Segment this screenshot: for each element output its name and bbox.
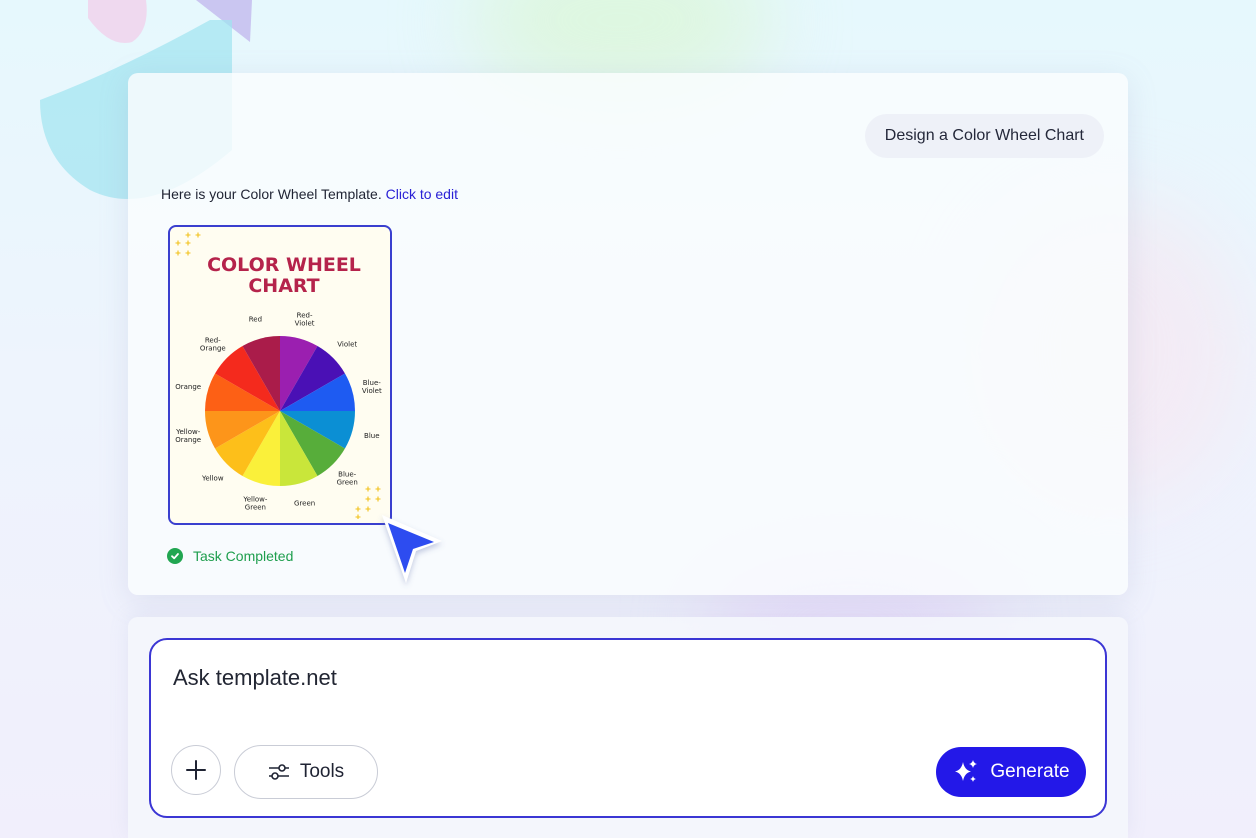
wheel-label: Yellow-Orange <box>175 428 201 444</box>
wheel-label: Green <box>294 499 315 507</box>
color-wheel-template-preview[interactable]: COLOR WHEEL CHART Red-Violet Violet Blue-V… <box>168 225 392 525</box>
assistant-reply: Here is your Color Wheel Template. Click… <box>161 186 458 202</box>
prompt-composer: Tools Generate <box>149 638 1107 818</box>
generate-label: Generate <box>990 761 1070 782</box>
wheel-label: Blue-Green <box>337 471 358 487</box>
wheel-label: Red-Violet <box>295 312 315 328</box>
chart-title-line2: CHART <box>248 275 319 297</box>
wheel-label: Yellow <box>201 475 224 483</box>
prompt-input[interactable] <box>171 664 1075 692</box>
cursor-arrow-icon <box>382 515 442 583</box>
wheel-label: Orange <box>175 383 201 391</box>
reply-text: Here is your Color Wheel Template. <box>161 186 382 202</box>
wheel-label: Red-Orange <box>200 336 226 352</box>
user-message-bubble: Design a Color Wheel Chart <box>864 114 1104 158</box>
wheel-label: Blue-Violet <box>362 379 382 395</box>
plus-icon <box>186 760 206 780</box>
add-button[interactable] <box>171 745 221 795</box>
composer-panel: Tools Generate <box>128 617 1128 838</box>
sparkles-icon <box>955 760 978 782</box>
task-status: Task Completed <box>167 548 293 564</box>
wheel-label: Red <box>249 316 262 324</box>
color-wheel-chart: COLOR WHEEL CHART Red-Violet Violet Blue-V… <box>175 232 382 519</box>
status-text: Task Completed <box>193 548 294 564</box>
sparkle-icon <box>175 232 201 256</box>
tools-button[interactable]: Tools <box>234 745 378 799</box>
chart-title-line1: COLOR WHEEL <box>207 254 361 276</box>
sliders-icon <box>268 764 289 780</box>
conversation-panel: Design a Color Wheel Chart Here is your … <box>128 73 1128 595</box>
wheel-label: Yellow-Green <box>242 495 268 511</box>
click-to-edit-link[interactable]: Click to edit <box>386 186 458 202</box>
wheel-slices <box>205 336 355 486</box>
check-circle-icon <box>167 548 183 564</box>
tools-label: Tools <box>299 761 345 782</box>
wheel-label: Blue <box>364 432 380 440</box>
generate-button[interactable]: Generate <box>936 747 1086 797</box>
wheel-label: Violet <box>337 340 357 348</box>
